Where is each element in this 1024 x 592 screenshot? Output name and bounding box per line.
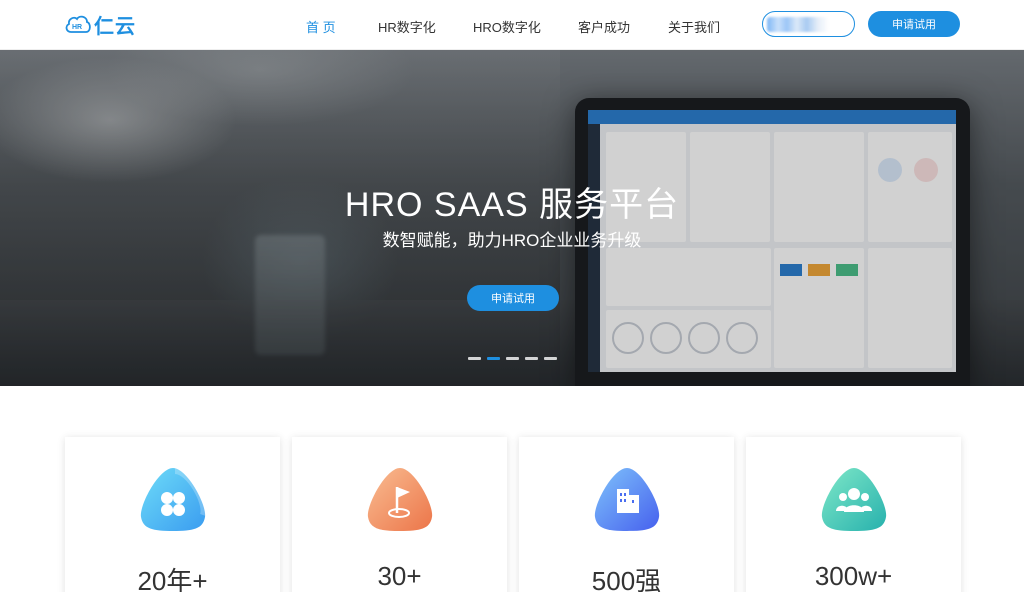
svg-text:HR: HR	[72, 24, 82, 31]
nav-home[interactable]: 首 页	[306, 17, 336, 36]
stat-value: 20年+	[137, 566, 208, 592]
carousel-indicators	[468, 357, 557, 360]
nav-about-us[interactable]: 关于我们	[668, 17, 720, 36]
stat-value: 30+	[377, 561, 422, 591]
stat-card-years: 20年+	[65, 437, 280, 592]
user-account-pill[interactable]	[762, 11, 855, 37]
hero-apply-trial-button[interactable]: 申请试用	[467, 285, 559, 311]
nav-hro-digital[interactable]: HRO数字化	[473, 17, 541, 36]
carousel-dot[interactable]	[468, 357, 481, 360]
hero-subtitle: 数智赋能，助力HRO企业业务升级	[382, 231, 642, 250]
carousel-dot[interactable]	[525, 357, 538, 360]
cloud-logo-icon: HR	[65, 15, 91, 33]
user-info-redacted	[767, 17, 829, 32]
carousel-dot[interactable]	[506, 357, 519, 360]
hero-title: HRO SAAS 服务平台	[344, 186, 680, 224]
header-apply-trial-button[interactable]: 申请试用	[868, 11, 960, 37]
stat-card-cities: 30+	[292, 437, 507, 592]
clover-icon	[140, 468, 207, 531]
flag-icon	[367, 468, 433, 531]
stat-value: 500强	[591, 566, 662, 592]
carousel-dot[interactable]	[544, 357, 557, 360]
stat-value: 300w+	[814, 561, 893, 591]
logo[interactable]: HR 仁云	[64, 10, 136, 38]
hero-banner: HRO SAAS 服务平台 数智赋能，助力HRO企业业务升级 申请试用	[0, 50, 1024, 386]
carousel-dot-active[interactable]	[487, 357, 500, 360]
logo-text: 仁云	[94, 15, 136, 38]
stat-card-users: 300w+	[746, 437, 961, 592]
people-icon	[821, 468, 887, 531]
nav-customer-success[interactable]: 客户成功	[578, 17, 630, 36]
stat-card-enterprises: 500强	[519, 437, 734, 592]
building-icon	[594, 468, 660, 531]
nav-hr-digital[interactable]: HR数字化	[378, 17, 436, 36]
site-header: HR 仁云 首 页 HR数字化 HRO数字化 客户成功 关于我们 申请试用	[0, 0, 1024, 50]
